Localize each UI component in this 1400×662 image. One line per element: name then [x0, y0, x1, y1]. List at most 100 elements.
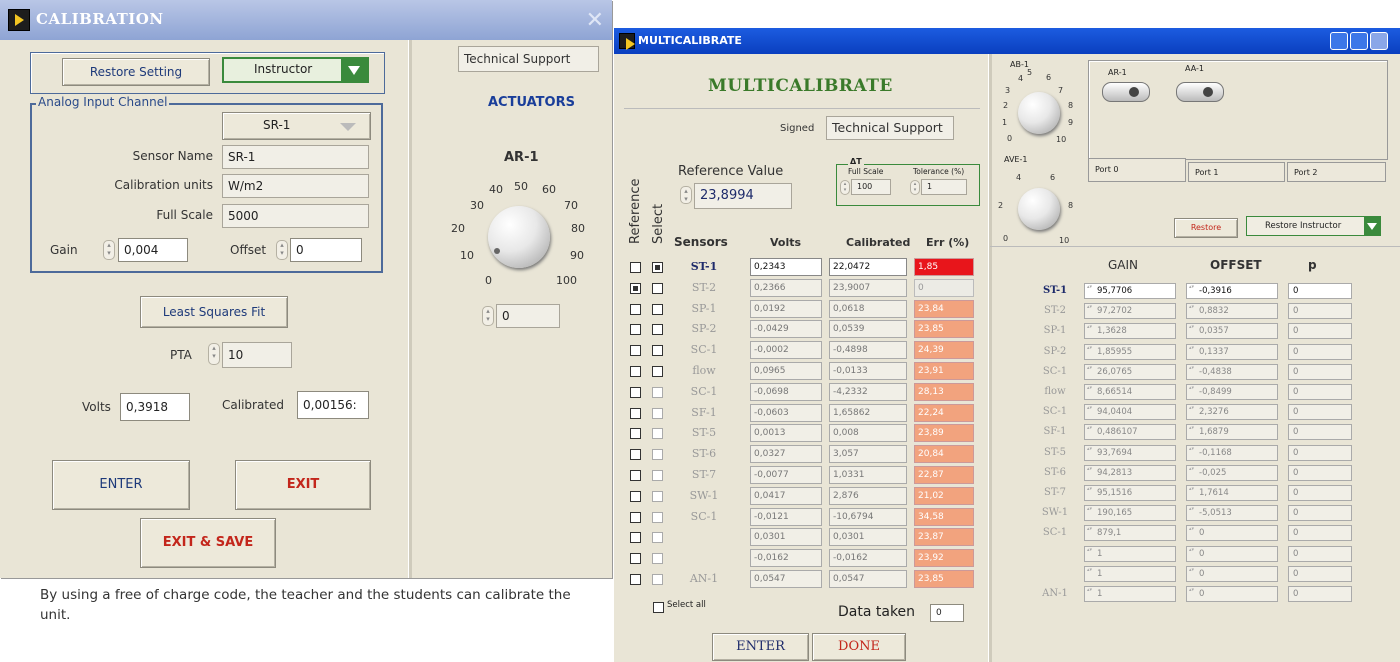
pta-field[interactable]: 10: [222, 342, 292, 368]
reference-checkbox[interactable]: [630, 262, 641, 273]
reference-value-field[interactable]: 23,8994: [694, 183, 792, 209]
data-taken-field[interactable]: 0: [930, 604, 964, 622]
p-cell[interactable]: 0: [1288, 424, 1352, 440]
ar1-knob[interactable]: [488, 206, 550, 268]
offset-cell[interactable]: 0,1337: [1186, 344, 1278, 360]
offset-cell[interactable]: 0: [1186, 566, 1278, 582]
reference-checkbox[interactable]: [630, 553, 641, 564]
port-2-tab[interactable]: Port 2: [1287, 162, 1386, 182]
select-checkbox[interactable]: [652, 470, 663, 481]
ref-value-spinner-icon[interactable]: ▴ ▾: [680, 186, 692, 204]
least-squares-fit-button[interactable]: Least Squares Fit: [140, 296, 288, 328]
enter-button[interactable]: ENTER: [52, 460, 190, 510]
offset-cell[interactable]: -0,4838: [1186, 364, 1278, 380]
p-cell[interactable]: 0: [1288, 485, 1352, 501]
port-0-tab[interactable]: Port 0: [1088, 158, 1186, 182]
reference-checkbox[interactable]: [630, 324, 641, 335]
close-icon[interactable]: [1370, 32, 1388, 50]
p-cell[interactable]: 0: [1288, 364, 1352, 380]
gain-spinner-icon[interactable]: ▴ ▾: [103, 240, 115, 260]
p-cell[interactable]: 0: [1288, 445, 1352, 461]
select-all-checkbox[interactable]: [653, 602, 664, 613]
p-cell[interactable]: 0: [1288, 525, 1352, 541]
offset-cell[interactable]: 0: [1186, 525, 1278, 541]
restore-button[interactable]: Restore: [1174, 218, 1238, 238]
select-checkbox[interactable]: [652, 449, 663, 460]
reference-checkbox[interactable]: [630, 387, 641, 398]
reference-checkbox[interactable]: [630, 449, 641, 460]
ab1-knob[interactable]: [1018, 92, 1060, 134]
gain-cell[interactable]: 1: [1084, 586, 1176, 602]
offset-cell[interactable]: 0: [1186, 546, 1278, 562]
select-checkbox[interactable]: [652, 574, 663, 585]
reference-checkbox[interactable]: [630, 491, 641, 502]
p-cell[interactable]: 0: [1288, 505, 1352, 521]
restore-instructor-select[interactable]: Restore Instructor: [1246, 216, 1381, 236]
select-checkbox[interactable]: [652, 283, 663, 294]
offset-cell[interactable]: -0,025: [1186, 465, 1278, 481]
reference-checkbox[interactable]: [630, 304, 641, 315]
p-cell[interactable]: 0: [1288, 566, 1352, 582]
select-checkbox[interactable]: [652, 324, 663, 335]
select-checkbox[interactable]: [652, 366, 663, 377]
reference-checkbox[interactable]: [630, 366, 641, 377]
reference-checkbox[interactable]: [630, 512, 641, 523]
offset-cell[interactable]: 1,6879: [1186, 424, 1278, 440]
done-button[interactable]: DONE: [812, 633, 906, 661]
select-checkbox[interactable]: [652, 387, 663, 398]
offset-cell[interactable]: 0: [1186, 586, 1278, 602]
p-cell[interactable]: 0: [1288, 546, 1352, 562]
close-icon[interactable]: ✕: [586, 8, 604, 33]
knob-spinner-icon[interactable]: ▴ ▾: [482, 306, 494, 326]
enter-button[interactable]: ENTER: [712, 633, 809, 661]
restore-setting-button[interactable]: Restore Setting: [62, 58, 210, 86]
p-cell[interactable]: 0: [1288, 303, 1352, 319]
full-scale-field[interactable]: 100: [851, 179, 891, 195]
dropdown-arrow-icon[interactable]: [1364, 217, 1380, 235]
reference-checkbox[interactable]: [630, 408, 641, 419]
select-checkbox[interactable]: [652, 532, 663, 543]
gain-cell[interactable]: 94,2813: [1084, 465, 1176, 481]
select-checkbox[interactable]: [652, 491, 663, 502]
knob-value-field[interactable]: 0: [496, 304, 560, 328]
select-checkbox[interactable]: [652, 304, 663, 315]
select-checkbox[interactable]: [652, 408, 663, 419]
select-checkbox[interactable]: [652, 345, 663, 356]
p-cell[interactable]: 0: [1288, 384, 1352, 400]
offset-field[interactable]: 0: [290, 238, 362, 262]
gain-cell[interactable]: 1,85955: [1084, 344, 1176, 360]
p-cell[interactable]: 0: [1288, 323, 1352, 339]
aa1-toggle[interactable]: [1176, 82, 1224, 102]
p-cell[interactable]: 0: [1288, 404, 1352, 420]
sensor-name-field[interactable]: SR-1: [222, 145, 369, 169]
ar1-toggle[interactable]: [1102, 82, 1150, 102]
gain-cell[interactable]: 26,0765: [1084, 364, 1176, 380]
exit-and-save-button[interactable]: EXIT & SAVE: [140, 518, 276, 568]
reference-checkbox[interactable]: [630, 428, 641, 439]
tolerance-spinner-icon[interactable]: ▴ ▾: [910, 180, 920, 195]
select-checkbox[interactable]: [652, 512, 663, 523]
gain-cell[interactable]: 95,1516: [1084, 485, 1176, 501]
offset-cell[interactable]: 1,7614: [1186, 485, 1278, 501]
reference-checkbox[interactable]: [630, 345, 641, 356]
gain-cell[interactable]: 93,7694: [1084, 445, 1176, 461]
offset-spinner-icon[interactable]: ▴ ▾: [276, 240, 288, 260]
gain-cell[interactable]: 879,1: [1084, 525, 1176, 541]
offset-cell[interactable]: -5,0513: [1186, 505, 1278, 521]
minimize-icon[interactable]: [1330, 32, 1348, 50]
offset-cell[interactable]: 0,0357: [1186, 323, 1278, 339]
reference-checkbox[interactable]: [630, 470, 641, 481]
gain-cell[interactable]: 97,2702: [1084, 303, 1176, 319]
offset-cell[interactable]: -0,3916: [1186, 283, 1278, 299]
p-cell[interactable]: 0: [1288, 283, 1352, 299]
reference-checkbox[interactable]: [630, 574, 641, 585]
gain-field[interactable]: 0,004: [118, 238, 188, 262]
gain-cell[interactable]: 1: [1084, 546, 1176, 562]
gain-cell[interactable]: 8,66514: [1084, 384, 1176, 400]
gain-cell[interactable]: 95,7706: [1084, 283, 1176, 299]
gain-cell[interactable]: 0,486107: [1084, 424, 1176, 440]
p-cell[interactable]: 0: [1288, 465, 1352, 481]
maximize-icon[interactable]: [1350, 32, 1368, 50]
gain-cell[interactable]: 94,0404: [1084, 404, 1176, 420]
p-cell[interactable]: 0: [1288, 344, 1352, 360]
